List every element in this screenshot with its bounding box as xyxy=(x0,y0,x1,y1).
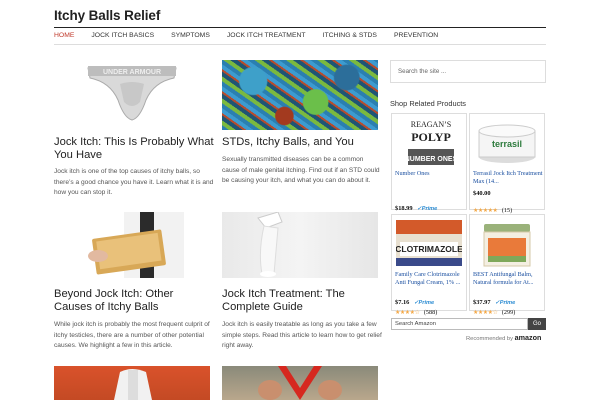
review-count[interactable]: (299) xyxy=(502,309,515,316)
product-price: $40.00 xyxy=(473,190,491,197)
post-thumbnail-cream-tube[interactable] xyxy=(222,212,378,278)
product-name[interactable]: BEST Antifungal Balm, Natural formula fo… xyxy=(473,271,543,286)
product-card-antifungal-balm[interactable]: BEST Antifungal Balm, Natural formula fo… xyxy=(469,214,545,316)
sidebar-heading: Shop Related Products xyxy=(390,99,467,108)
product-price-line: $18.99 ✓Prime xyxy=(395,197,437,215)
post-title[interactable]: Jock Itch: This Is Probably What You Hav… xyxy=(54,136,214,162)
product-card-clotrimazole[interactable]: CLOTRIMAZOLE Family Care Clotrimazole An… xyxy=(391,214,467,316)
recommended-by-label: Recommended by xyxy=(466,336,514,342)
site-title[interactable]: Itchy Balls Relief xyxy=(54,8,160,23)
post-thumbnail-doctor-clipboard[interactable] xyxy=(54,212,210,278)
post-thumbnail-baseball[interactable] xyxy=(54,366,210,400)
svg-text:REAGAN’S: REAGAN’S xyxy=(411,120,451,129)
product-card-terrasil[interactable]: terrasil Terrasil Jock Itch Treatment Ma… xyxy=(469,113,545,214)
product-name[interactable]: Family Care Clotrimazole Anti Fungal Cre… xyxy=(395,271,465,286)
star-rating-icon: ★★★★☆ xyxy=(473,310,498,316)
product-name[interactable]: Number Ones xyxy=(395,170,465,178)
nav-jock-itch-treatment[interactable]: JOCK ITCH TREATMENT xyxy=(218,31,314,43)
svg-text:CLOTRIMAZOLE: CLOTRIMAZOLE xyxy=(396,244,462,254)
post-title[interactable]: Beyond Jock Itch: Other Causes of Itchy … xyxy=(54,288,214,314)
nav-itching-stds[interactable]: ITCHING & STDS xyxy=(314,31,385,43)
product-image[interactable]: CLOTRIMAZOLE xyxy=(395,218,463,268)
post-thumbnail-itch[interactable] xyxy=(222,366,378,400)
svg-text:UNDER ARMOUR: UNDER ARMOUR xyxy=(103,69,161,76)
product-name[interactable]: Terrasil Jock Itch Treatment Max (14... xyxy=(473,170,543,185)
amazon-logo[interactable]: amazon xyxy=(515,333,542,342)
post-title[interactable]: STDs, Itchy Balls, and You xyxy=(222,136,382,149)
amazon-search-input[interactable]: Search Amazon xyxy=(391,318,528,330)
review-count[interactable]: (15) xyxy=(502,207,512,214)
header-divider xyxy=(54,27,546,28)
nav-jock-itch-basics[interactable]: JOCK ITCH BASICS xyxy=(83,31,163,43)
svg-text:POLYP: POLYP xyxy=(411,130,451,144)
nav-divider xyxy=(54,44,546,45)
post-thumbnail-jockstrap[interactable]: UNDER ARMOUR xyxy=(54,60,210,130)
product-rating: ★★★★☆ (299) xyxy=(473,301,515,319)
site-search-input[interactable]: Search the site ... xyxy=(390,60,546,83)
post-thumbnail-bacteria[interactable] xyxy=(222,60,378,130)
post-excerpt: While jock itch is probably the most fre… xyxy=(54,321,210,350)
prime-badge: ✓Prime xyxy=(417,206,438,212)
post-excerpt: Sexually transmitted diseases can be a c… xyxy=(222,156,380,185)
product-image[interactable]: terrasil xyxy=(474,117,540,167)
product-card-number-ones[interactable]: REAGAN’S POLYP NUMBER ONES Number Ones $… xyxy=(391,113,467,212)
svg-text:NUMBER ONES: NUMBER ONES xyxy=(405,156,458,163)
post-excerpt: Jock itch is one of the top causes of it… xyxy=(54,168,214,197)
post-excerpt: Jock itch is easily treatable as long as… xyxy=(222,321,382,350)
star-rating-icon: ★★★★☆ xyxy=(395,310,420,316)
review-count[interactable]: (588) xyxy=(424,309,437,316)
product-image[interactable] xyxy=(474,218,540,268)
product-price: $18.99 xyxy=(395,205,413,212)
nav-home[interactable]: HOME xyxy=(54,31,83,43)
nav-prevention[interactable]: PREVENTION xyxy=(385,31,446,43)
product-rating: ★★★★☆ (588) xyxy=(395,301,437,319)
main-nav: HOME JOCK ITCH BASICS SYMPTOMS JOCK ITCH… xyxy=(54,31,447,43)
recommended-by: Recommended by amazon xyxy=(466,333,541,342)
amazon-go-button[interactable]: Go xyxy=(528,318,546,330)
post-title[interactable]: Jock Itch Treatment: The Complete Guide xyxy=(222,288,382,314)
product-image[interactable]: REAGAN’S POLYP NUMBER ONES xyxy=(396,117,462,167)
nav-symptoms[interactable]: SYMPTOMS xyxy=(163,31,219,43)
svg-text:terrasil: terrasil xyxy=(492,139,522,149)
